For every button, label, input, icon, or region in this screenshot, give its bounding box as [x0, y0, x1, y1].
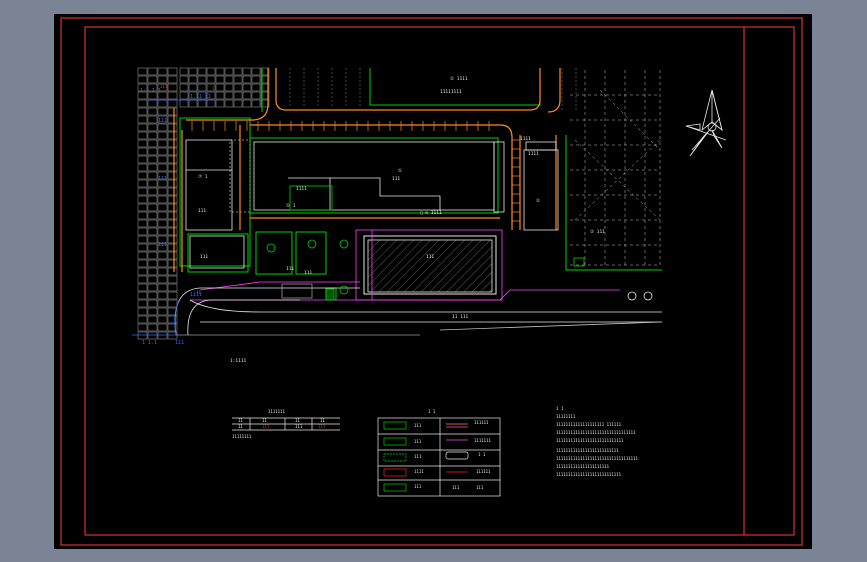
- svg-text:111111: 111111: [474, 420, 489, 425]
- svg-text:111: 111: [200, 254, 208, 260]
- notes-header: 1 1: [556, 406, 564, 411]
- svg-text:111111111111111111111111111: 111111111111111111111111111: [556, 472, 622, 477]
- svg-text:1111: 1111: [520, 136, 531, 142]
- svg-text:111: 111: [414, 439, 422, 444]
- svg-text:11111111111111111111 111111: 11111111111111111111 111111: [556, 422, 622, 427]
- svg-text:1.11 11: 1.11 11: [190, 94, 211, 100]
- svg-text:1 1: 1 1: [478, 452, 486, 457]
- hatched-building: [367, 239, 493, 293]
- svg-text:111111111111111111111111111111: 111111111111111111111111111111111: [556, 430, 636, 435]
- svg-text:111: 111: [452, 485, 460, 490]
- svg-text:1 1.1: 1 1.1: [142, 340, 157, 346]
- svg-text:111: 111: [286, 266, 294, 272]
- svg-text:111: 111: [158, 176, 167, 182]
- svg-text:1111: 1111: [528, 151, 539, 157]
- svg-text:11: 11: [238, 418, 243, 423]
- svg-text:111: 111: [175, 340, 184, 346]
- svg-text:111: 111: [414, 423, 422, 428]
- svg-text:111: 111: [476, 485, 484, 490]
- svg-text:11111111111111111111111111: 11111111111111111111111111: [556, 448, 619, 453]
- svg-text:11 111: 11 111: [452, 314, 469, 320]
- svg-text:111: 111: [262, 424, 270, 429]
- svg-text:11111111: 11111111: [440, 89, 462, 95]
- table-title: 1111111: [268, 409, 285, 414]
- svg-text:111111111111111111111111111111: 1111111111111111111111111111111111: [556, 456, 638, 461]
- svg-text:11: 11: [295, 418, 300, 423]
- svg-text:1111111111111111111111111111: 1111111111111111111111111111: [556, 438, 624, 443]
- svg-text:111: 111: [198, 208, 206, 214]
- svg-text:1:1111: 1:1111: [230, 358, 247, 364]
- svg-text:11: 11: [320, 418, 325, 423]
- legend-title: 1 1: [428, 409, 436, 414]
- svg-text:11: 11: [238, 424, 243, 429]
- svg-text:11111111: 11111111: [556, 414, 576, 419]
- svg-text:111: 111: [295, 424, 303, 429]
- svg-text:1111: 1111: [414, 469, 424, 474]
- svg-text:111: 111: [160, 84, 168, 89]
- svg-text:111: 111: [158, 118, 167, 124]
- svg-text:① 1111: ① 1111: [450, 76, 468, 82]
- svg-text:111: 111: [414, 454, 422, 459]
- svg-text:□ ⊡ 1111: □ ⊡ 1111: [420, 210, 442, 216]
- svg-text:111: 111: [304, 270, 312, 276]
- svg-text:11111111: 11111111: [232, 434, 252, 439]
- svg-text:111: 111: [318, 424, 326, 429]
- svg-text:1111111: 1111111: [474, 438, 491, 443]
- svg-text:1111: 1111: [296, 186, 307, 192]
- svg-text:① 1: ① 1: [286, 203, 296, 209]
- svg-text:② 111: ② 111: [590, 229, 605, 235]
- svg-text:11: 11: [212, 86, 217, 91]
- svg-text:1:1 1.1: 1:1 1.1: [140, 88, 161, 94]
- svg-text:111: 111: [158, 242, 167, 248]
- svg-text:111111: 111111: [476, 469, 491, 474]
- svg-text:11: 11: [262, 418, 267, 423]
- svg-text:111: 111: [392, 176, 400, 182]
- svg-text:1111111111111111111111: 1111111111111111111111: [556, 464, 610, 469]
- svg-text:⑦ 1: ⑦ 1: [198, 174, 208, 180]
- svg-text:11: 11: [196, 290, 201, 295]
- svg-text:111: 111: [414, 484, 422, 489]
- svg-text:111: 111: [426, 254, 434, 260]
- cad-drawing-canvas[interactable]: 1:1 1.1 1.11 11 111 111 111 1111 1 1.1 1…: [0, 0, 867, 562]
